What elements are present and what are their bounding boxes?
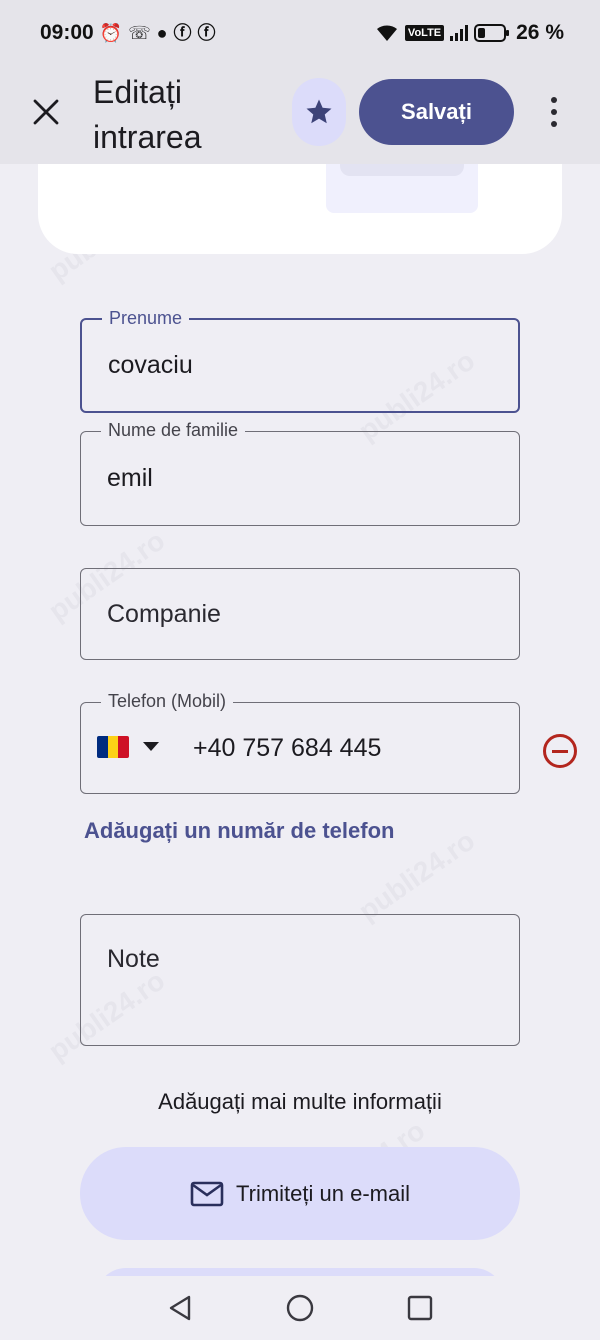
phone-field[interactable]: Telefon (Mobil) +40 757 684 445 (80, 690, 520, 794)
send-email-button[interactable]: Trimiteți un e-mail (80, 1147, 520, 1240)
battery-percent: 26 % (516, 21, 564, 44)
volte-badge: VoLTE (404, 25, 445, 41)
romania-flag-icon[interactable] (97, 736, 129, 758)
home-circle-icon (286, 1294, 314, 1322)
mail-icon (190, 1181, 224, 1206)
favorite-button[interactable] (292, 78, 346, 146)
remove-circle-icon (552, 749, 568, 753)
status-bar: 09:00 ⏰ ☏ ● ⓕ ⓕ VoLTE 26 % (0, 0, 600, 66)
page-title: Editați intrarea (93, 74, 202, 155)
recents-button[interactable] (400, 1288, 440, 1328)
home-button[interactable] (280, 1288, 320, 1328)
company-placeholder: Companie (107, 599, 221, 628)
facebook-icon: ⓕ (197, 23, 216, 43)
recents-square-icon (407, 1295, 433, 1321)
more-options-button[interactable] (540, 94, 568, 130)
facebook-icon: ⓕ (173, 23, 192, 43)
notes-placeholder: Note (107, 945, 160, 973)
chevron-down-icon[interactable] (143, 742, 159, 751)
app-bar: Editați intrarea Salvați (0, 66, 600, 164)
last-name-field[interactable]: Nume de familie emil (80, 419, 520, 526)
missed-call-icon: ☏ (128, 23, 151, 43)
clock: 09:00 (40, 21, 94, 44)
add-phone-link[interactable]: Adăugați un număr de telefon (84, 818, 394, 844)
first-name-value: covaciu (108, 351, 193, 379)
star-icon (306, 99, 332, 124)
save-button[interactable]: Salvați (359, 79, 514, 145)
battery-icon (474, 24, 510, 42)
close-icon (33, 99, 59, 125)
company-field[interactable]: Companie (80, 568, 520, 660)
chat-icon: ● (156, 23, 168, 43)
first-name-field[interactable]: Prenume covaciu (80, 307, 520, 413)
send-email-label: Trimiteți un e-mail (236, 1180, 410, 1206)
system-nav-bar (0, 1276, 600, 1340)
wifi-icon (376, 25, 397, 41)
signal-icon (450, 25, 469, 41)
more-vert-icon (551, 97, 557, 103)
phone-value: +40 757 684 445 (193, 733, 382, 762)
notes-field[interactable]: Note (80, 914, 520, 1046)
remove-phone-button[interactable] (543, 734, 577, 768)
close-button[interactable] (28, 94, 64, 130)
alarm-icon: ⏰ (99, 23, 123, 43)
back-triangle-icon (169, 1295, 191, 1321)
back-button[interactable] (160, 1288, 200, 1328)
more-info-button[interactable]: Adăugați mai multe informații (0, 1089, 600, 1115)
last-name-value: emil (107, 464, 153, 492)
